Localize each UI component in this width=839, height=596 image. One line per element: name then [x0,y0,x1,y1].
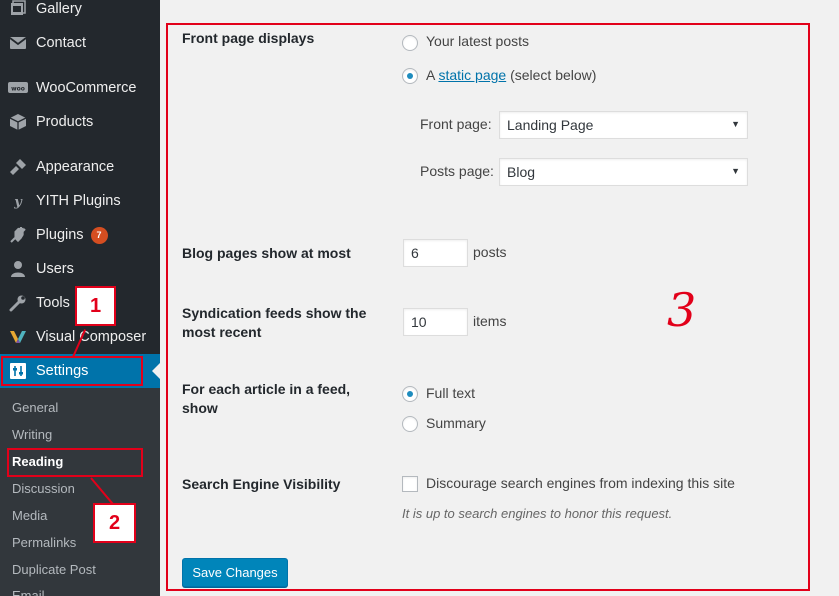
radio-summary-label[interactable]: Summary [426,415,486,431]
feed-article-label: For each article in a feed, show [182,381,351,416]
submenu-item-discussion[interactable]: Discussion [12,481,75,496]
front-page-select-value: Landing Page [507,117,594,133]
wrench-icon [0,294,36,312]
menu-item-label: Appearance [36,159,115,175]
menu-item-label: Gallery [36,1,82,17]
menu-item-label: YITH Plugins [36,193,121,209]
blog-pages-label: Blog pages show at most [182,245,351,261]
discourage-search-label[interactable]: Discourage search engines from indexing … [426,475,735,491]
posts-page-select[interactable]: Blog ▼ [499,158,748,186]
radio-latest-posts[interactable] [402,35,418,51]
syndication-label: Syndication feeds show the most recent [182,305,367,340]
annotation-number-3: 3 [667,283,697,337]
yith-icon: y [0,193,36,209]
static-suffix: (select below) [510,67,597,83]
visual-composer-icon [0,329,36,345]
front-page-displays-label: Front page displays [182,30,315,46]
radio-latest-posts-label[interactable]: Your latest posts [426,33,529,49]
save-changes-button[interactable]: Save Changes [182,558,288,587]
plug-icon [0,226,36,244]
svg-text:y: y [13,195,23,209]
menu-item-contact[interactable]: Contact [0,26,160,60]
box-icon [0,113,36,131]
search-visibility-hint: It is up to search engines to honor this… [402,506,673,521]
menu-item-label: Visual Composer [36,329,147,345]
radio-full-text-label[interactable]: Full text [426,385,475,401]
submenu-item-general[interactable]: General [12,400,58,415]
search-visibility-label: Search Engine Visibility [182,476,341,492]
static-page-link[interactable]: static page [438,67,506,83]
submenu-item-writing[interactable]: Writing [12,427,52,442]
annotation-number-1: 1 [75,286,116,326]
submenu-item-permalinks[interactable]: Permalinks [12,535,76,550]
menu-item-label: Tools [36,295,70,311]
radio-summary[interactable] [402,416,418,432]
menu-item-products[interactable]: Products [0,105,160,139]
discourage-search-checkbox[interactable] [402,476,418,492]
menu-item-appearance[interactable]: Appearance [0,150,160,184]
posts-page-select-value: Blog [507,164,536,180]
mail-icon [0,36,36,50]
gallery-icon [0,0,36,18]
update-count-badge: 7 [90,226,108,244]
menu-item-label: WooCommerce [36,80,137,96]
menu-item-users[interactable]: Users [0,252,160,286]
settings-submenu: General Writing Reading Discussion Media… [0,388,160,596]
woocommerce-icon: woo [0,81,36,95]
front-page-select[interactable]: Landing Page ▼ [499,111,748,139]
brush-icon [0,158,36,176]
feed-items-input[interactable]: 10 [403,308,468,336]
submenu-item-email[interactable]: Email [12,588,45,596]
posts-unit-label: posts [473,244,507,260]
chevron-down-icon: ▼ [731,119,740,129]
menu-item-plugins[interactable]: Plugins 7 [0,218,160,252]
posts-per-page-input[interactable]: 6 [403,239,468,267]
menu-item-label: Contact [36,35,86,51]
chevron-down-icon: ▼ [731,166,740,176]
annotation-box-reading [7,448,143,477]
menu-item-label: Products [36,114,94,130]
static-prefix: A [426,67,435,83]
menu-item-yith-plugins[interactable]: y YITH Plugins [0,184,160,218]
menu-item-label: Users [36,261,74,277]
posts-page-select-label: Posts page: [420,163,494,179]
radio-static-page-label[interactable]: A static page (select below) [426,67,596,83]
active-menu-arrow [152,363,160,379]
menu-item-woocommerce[interactable]: woo WooCommerce [0,71,160,105]
menu-item-gallery[interactable]: Gallery [0,0,160,26]
annotation-box-settings [1,356,143,386]
menu-item-label: Plugins [36,227,84,243]
svg-text:woo: woo [11,86,25,93]
radio-full-text[interactable] [402,386,418,402]
front-page-select-label: Front page: [420,116,492,132]
submenu-item-duplicate-post[interactable]: Duplicate Post [12,562,96,577]
radio-static-page[interactable] [402,68,418,84]
user-icon [0,260,36,278]
submenu-item-media[interactable]: Media [12,508,47,523]
annotation-number-2: 2 [93,503,136,543]
items-unit-label: items [473,313,507,329]
